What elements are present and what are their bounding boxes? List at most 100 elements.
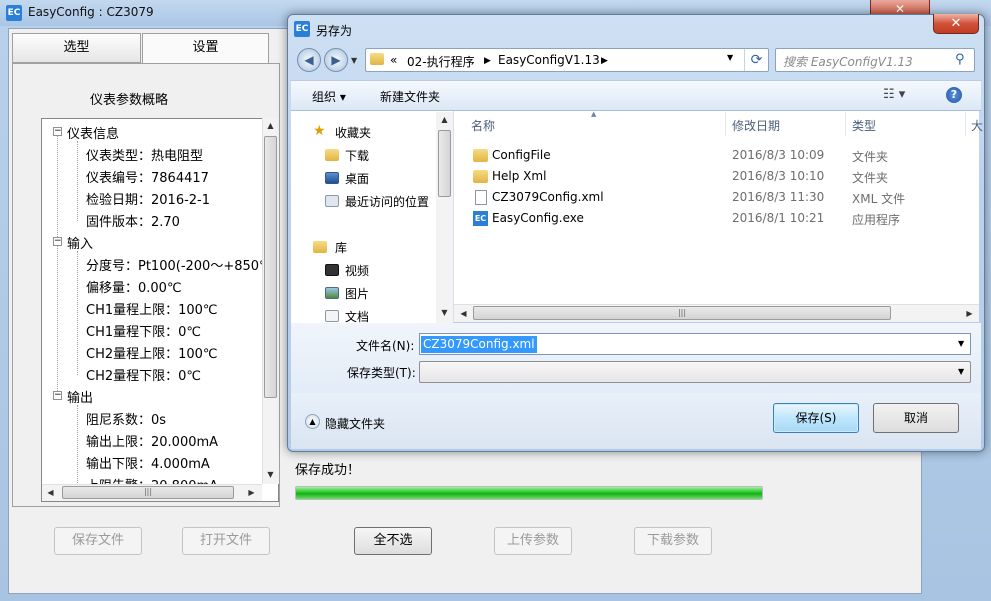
- dialog-title: 另存为: [316, 24, 353, 38]
- hide-folders-toggle[interactable]: 隐藏文件夹: [325, 415, 385, 432]
- scroll-up-arrow-icon[interactable]: ▲: [436, 115, 453, 124]
- view-options-icon[interactable]: ☷ ▾: [883, 87, 905, 102]
- tree-item[interactable]: 输出上限：20.000mA: [86, 431, 218, 450]
- tree-group[interactable]: 仪表信息: [67, 123, 119, 142]
- nav-item-desktop[interactable]: 桌面: [345, 170, 369, 187]
- tree-collapse-toggle[interactable]: −: [53, 127, 62, 136]
- file-name: Help Xml: [492, 169, 547, 183]
- xml-file-icon: [475, 190, 487, 205]
- folder-icon: [473, 170, 488, 183]
- breadcrumb-overflow[interactable]: «: [390, 53, 397, 67]
- file-name: CZ3079Config.xml: [492, 190, 604, 204]
- filename-value[interactable]: CZ3079Config.xml: [421, 336, 537, 353]
- filetype-select[interactable]: [419, 361, 971, 383]
- scroll-down-arrow-icon[interactable]: ▼: [436, 308, 453, 317]
- tree-item[interactable]: CH1量程下限：0℃: [86, 321, 201, 340]
- column-header-name[interactable]: 名称: [471, 117, 495, 134]
- new-folder-button[interactable]: 新建文件夹: [380, 88, 440, 105]
- scroll-left-arrow-icon[interactable]: ◀: [42, 488, 59, 497]
- breadcrumb-separator-icon[interactable]: ▶: [484, 56, 491, 66]
- select-none-button[interactable]: 全不选: [354, 527, 432, 555]
- column-header-type[interactable]: 类型: [852, 117, 876, 134]
- recent-locations-dropdown-icon[interactable]: ▼: [351, 56, 357, 65]
- column-separator[interactable]: [725, 112, 726, 136]
- navigation-pane: ★ 收藏夹 下载 桌面 最近访问的位置 库 视频 图片 文档: [291, 111, 454, 323]
- chevron-up-icon[interactable]: ▲: [305, 414, 320, 429]
- tree-vertical-scroll-thumb[interactable]: [264, 136, 277, 398]
- file-list-scroll-thumb[interactable]: |||: [473, 306, 891, 320]
- back-arrow-icon[interactable]: ◀: [297, 48, 321, 72]
- tree-item[interactable]: 偏移量：0.00℃: [86, 277, 182, 296]
- scroll-right-arrow-icon[interactable]: ▶: [961, 309, 978, 318]
- tree-collapse-toggle[interactable]: −: [53, 391, 62, 400]
- close-icon[interactable]: ✕: [933, 14, 979, 34]
- video-icon: [325, 264, 339, 276]
- tree-item[interactable]: 固件版本：2.70: [86, 211, 180, 230]
- filename-dropdown-icon[interactable]: ▼: [958, 339, 964, 348]
- tree-group[interactable]: 输入: [67, 233, 93, 252]
- dialog-app-icon: EC: [294, 21, 310, 37]
- scroll-left-arrow-icon[interactable]: ◀: [455, 309, 472, 318]
- file-type: 文件夹: [852, 150, 889, 164]
- nav-item-recent-places[interactable]: 最近访问的位置: [345, 193, 429, 210]
- tree-item[interactable]: 阻尼系数：0s: [86, 409, 166, 428]
- breadcrumb-separator-icon[interactable]: ▶: [601, 56, 608, 66]
- upload-params-button[interactable]: 上传参数: [494, 527, 572, 555]
- document-icon: [325, 310, 339, 322]
- filename-label: 文件名(N):: [356, 339, 415, 353]
- help-icon[interactable]: ?: [946, 87, 962, 103]
- scroll-right-arrow-icon[interactable]: ▶: [243, 488, 260, 497]
- refresh-icon[interactable]: ⟳: [744, 49, 768, 71]
- scroll-down-arrow-icon[interactable]: ▼: [262, 470, 279, 479]
- save-button[interactable]: 保存(S): [773, 403, 859, 433]
- nav-item-downloads[interactable]: 下载: [345, 147, 369, 164]
- tree-item[interactable]: CH2量程下限：0℃: [86, 365, 201, 384]
- nav-item-documents[interactable]: 文档: [345, 308, 369, 323]
- nav-item-favorites[interactable]: 收藏夹: [335, 124, 371, 141]
- tree-item[interactable]: 仪表类型：热电阻型: [86, 145, 203, 164]
- sort-ascending-icon: ▲: [591, 110, 597, 118]
- tree-group[interactable]: 输出: [67, 387, 93, 406]
- forward-arrow-icon[interactable]: ▶: [324, 48, 348, 72]
- address-dropdown-icon[interactable]: ▼: [727, 53, 733, 62]
- tree-item[interactable]: CH2量程上限：100℃: [86, 343, 218, 362]
- breadcrumb-item[interactable]: 02-执行程序: [407, 53, 475, 70]
- save-file-button[interactable]: 保存文件: [54, 527, 142, 555]
- nav-scroll-thumb[interactable]: [438, 130, 451, 197]
- progress-bar: [295, 486, 763, 500]
- open-file-button[interactable]: 打开文件: [182, 527, 270, 555]
- tab-xuanxing[interactable]: 选型: [12, 33, 141, 63]
- column-header-date[interactable]: 修改日期: [732, 117, 780, 134]
- column-header-size[interactable]: 大: [971, 117, 983, 134]
- nav-item-pictures[interactable]: 图片: [345, 285, 369, 302]
- column-separator[interactable]: [845, 112, 846, 136]
- folder-icon: [370, 53, 384, 65]
- download-params-button[interactable]: 下载参数: [634, 527, 712, 555]
- file-name: EasyConfig.exe: [492, 211, 584, 225]
- breadcrumb-item[interactable]: EasyConfigV1.13: [498, 53, 600, 67]
- tree-item[interactable]: 输出下限：4.000mA: [86, 453, 210, 472]
- app-icon: EC: [6, 5, 22, 21]
- organize-menu-button[interactable]: 组织 ▾: [312, 88, 346, 105]
- tree-item[interactable]: CH1量程上限：100℃: [86, 299, 218, 318]
- recent-places-icon: [325, 195, 339, 207]
- tree-collapse-toggle[interactable]: −: [53, 237, 62, 246]
- filetype-dropdown-icon[interactable]: ▼: [958, 367, 964, 376]
- cancel-button[interactable]: 取消: [873, 403, 959, 433]
- column-separator[interactable]: [965, 112, 966, 136]
- nav-item-libraries[interactable]: 库: [335, 239, 347, 256]
- tree-item[interactable]: 仪表编号：7864417: [86, 167, 209, 186]
- tab-shezhi[interactable]: 设置: [142, 33, 269, 63]
- search-icon[interactable]: ⚲: [955, 52, 965, 67]
- parameter-tree[interactable]: − 仪表信息 仪表类型：热电阻型 仪表编号：7864417 检验日期：2016-…: [41, 118, 279, 502]
- tree-item[interactable]: 分度号：Pt100(-200～+850℃: [86, 255, 274, 274]
- tree-horizontal-scroll-thumb[interactable]: |||: [62, 486, 234, 499]
- folder-icon: [473, 149, 488, 162]
- tree-item[interactable]: 检验日期：2016-2-1: [86, 189, 210, 208]
- library-icon: [313, 241, 327, 253]
- scroll-up-arrow-icon[interactable]: ▲: [262, 121, 279, 130]
- nav-item-videos[interactable]: 视频: [345, 262, 369, 279]
- file-list: [454, 111, 979, 304]
- file-date: 2016/8/3 11:30: [732, 190, 825, 204]
- tree-guide-line: [57, 135, 58, 395]
